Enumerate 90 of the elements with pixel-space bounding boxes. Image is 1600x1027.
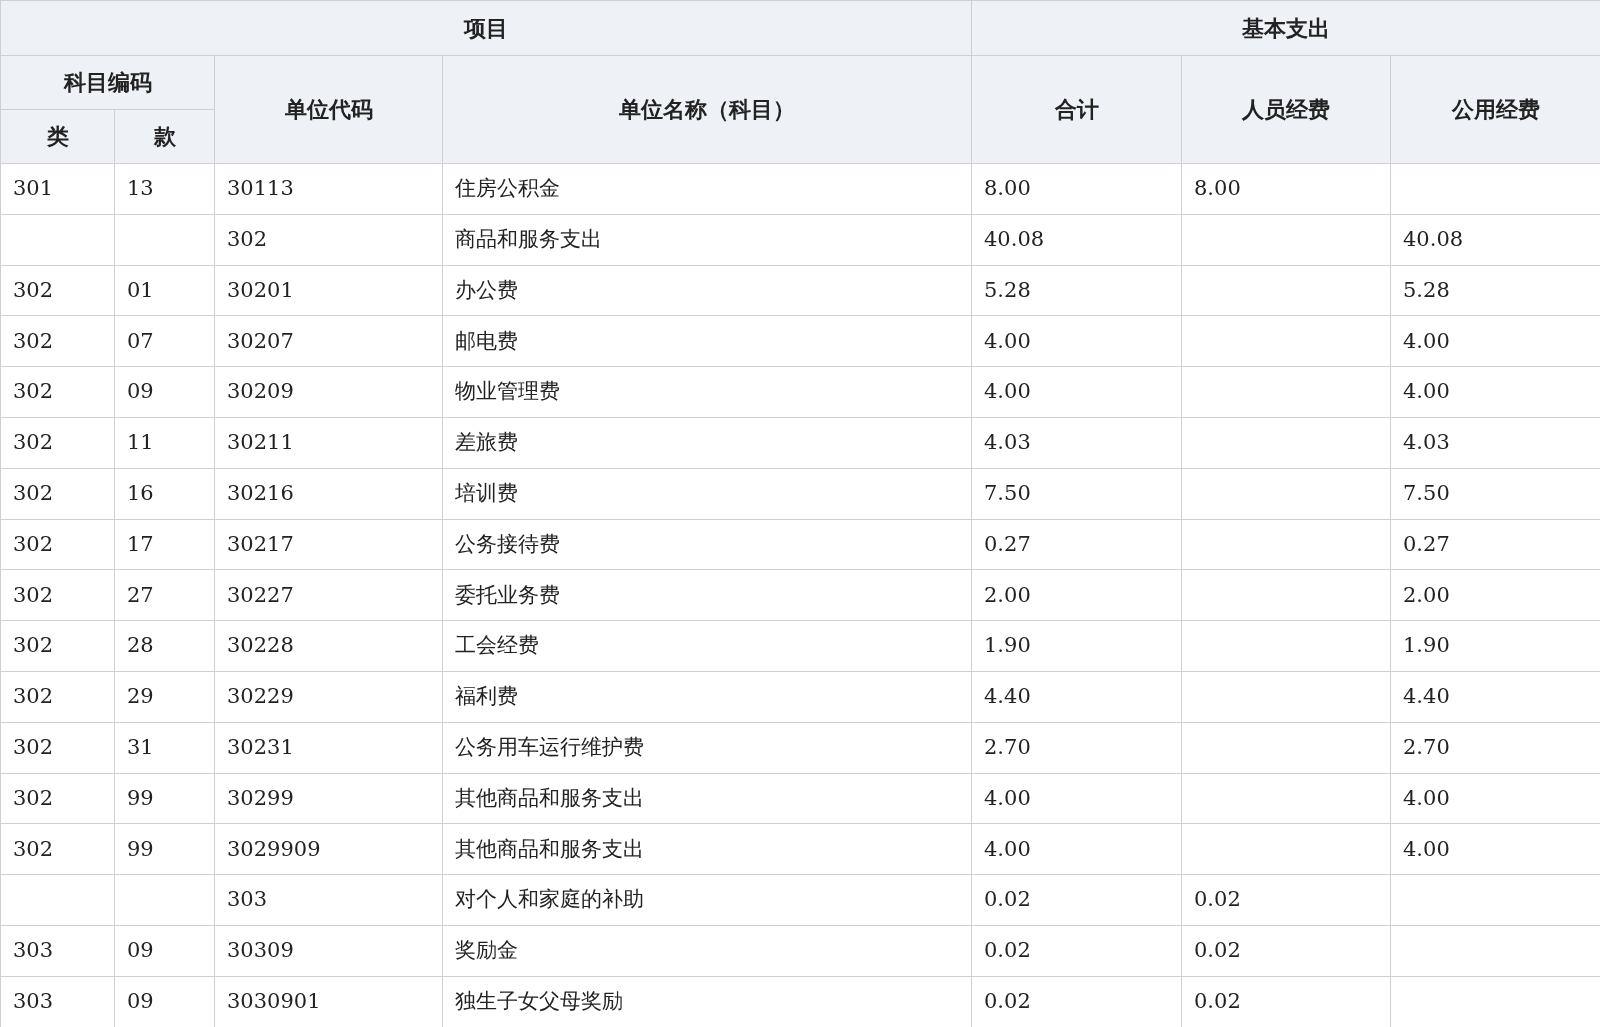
- table-cell: 4.03: [971, 417, 1182, 469]
- table-cell: 28: [114, 620, 215, 672]
- table-cell: 30231: [214, 722, 443, 774]
- table-cell: 4.00: [971, 823, 1182, 875]
- table-cell: 奖励金: [442, 925, 972, 977]
- table-cell: 5.28: [971, 265, 1182, 316]
- table-cell: 30207: [214, 315, 443, 367]
- table-cell: 委托业务费: [442, 569, 972, 621]
- table-cell: 2.00: [971, 569, 1182, 621]
- table-cell: 11: [114, 417, 215, 469]
- table-cell: 99: [114, 773, 215, 824]
- table-cell: 301: [0, 163, 115, 215]
- column-header: 单位代码: [214, 55, 443, 164]
- table-cell: 0.02: [1181, 874, 1391, 926]
- table-cell: 302: [0, 620, 115, 672]
- table-cell: 0.02: [971, 874, 1182, 926]
- table-cell: 30227: [214, 569, 443, 621]
- column-header: 合计: [971, 55, 1182, 164]
- column-header: 项目: [0, 0, 972, 56]
- table-cell: 01: [114, 265, 215, 316]
- table-cell: 17: [114, 519, 215, 570]
- table-cell: 07: [114, 315, 215, 367]
- table-cell: 工会经费: [442, 620, 972, 672]
- table-cell: 30228: [214, 620, 443, 672]
- table-cell: 公务用车运行维护费: [442, 722, 972, 774]
- table-cell: 29: [114, 671, 215, 723]
- table-cell: 30209: [214, 366, 443, 418]
- column-header: 单位名称（科目）: [442, 55, 972, 164]
- table-cell: 商品和服务支出: [442, 214, 972, 266]
- table-cell: 30216: [214, 468, 443, 520]
- table-cell: 0.02: [1181, 925, 1391, 977]
- table-cell: 302: [0, 519, 115, 570]
- table-cell: 16: [114, 468, 215, 520]
- column-header: 基本支出: [971, 0, 1600, 56]
- table-cell: 4.00: [971, 366, 1182, 418]
- table-cell: 8.00: [1181, 163, 1391, 215]
- table-cell: 302: [214, 214, 443, 266]
- table-cell: 30113: [214, 163, 443, 215]
- table-cell: 其他商品和服务支出: [442, 823, 972, 875]
- table-cell: 09: [114, 366, 215, 418]
- table-cell: 物业管理费: [442, 366, 972, 418]
- table-cell: 30299: [214, 773, 443, 824]
- table-cell: 3029909: [214, 823, 443, 875]
- column-header: 类: [0, 109, 115, 164]
- table-cell: 30217: [214, 519, 443, 570]
- table-cell: 30211: [214, 417, 443, 469]
- column-header: 科目编码: [0, 55, 215, 110]
- table-cell: 40.08: [971, 214, 1182, 266]
- table-cell: 30229: [214, 671, 443, 723]
- table-cell: 4.40: [971, 671, 1182, 723]
- table-cell: 302: [0, 773, 115, 824]
- table-cell: 302: [0, 417, 115, 469]
- table-cell: 302: [0, 671, 115, 723]
- table-cell: 培训费: [442, 468, 972, 520]
- table-cell: 办公费: [442, 265, 972, 316]
- table-cell: 31: [114, 722, 215, 774]
- column-header: 公用经费: [1390, 55, 1600, 164]
- table-cell: 4.00: [971, 773, 1182, 824]
- table-cell: 差旅费: [442, 417, 972, 469]
- column-header: 款: [114, 109, 215, 164]
- table-cell: 4.00: [971, 315, 1182, 367]
- table-cell: 09: [114, 925, 215, 977]
- table-cell: 302: [0, 366, 115, 418]
- table-cell: 303: [214, 874, 443, 926]
- table-cell: 302: [0, 823, 115, 875]
- table-cell: 7.50: [971, 468, 1182, 520]
- table-cell: 302: [0, 315, 115, 367]
- table-cell: 福利费: [442, 671, 972, 723]
- table-cell: 1.90: [971, 620, 1182, 672]
- table-cell: 302: [0, 569, 115, 621]
- table-cell: 对个人和家庭的补助: [442, 874, 972, 926]
- table-cell: 303: [0, 976, 115, 1027]
- table-cell: 13: [114, 163, 215, 215]
- table-cell: 公务接待费: [442, 519, 972, 570]
- table-cell: 30309: [214, 925, 443, 977]
- table-cell: 8.00: [971, 163, 1182, 215]
- table-cell: 30201: [214, 265, 443, 316]
- table-cell: 住房公积金: [442, 163, 972, 215]
- column-header: 人员经费: [1181, 55, 1391, 164]
- table-cell: 2.70: [971, 722, 1182, 774]
- table-cell: 其他商品和服务支出: [442, 773, 972, 824]
- table-cell: 302: [0, 468, 115, 520]
- table-cell: 302: [0, 722, 115, 774]
- table-cell: 99: [114, 823, 215, 875]
- table-cell: 0.02: [971, 925, 1182, 977]
- table-cell: 邮电费: [442, 315, 972, 367]
- table-cell: 302: [0, 265, 115, 316]
- table-cell: 27: [114, 569, 215, 621]
- table-cell: 303: [0, 925, 115, 977]
- table-cell: 0.27: [971, 519, 1182, 570]
